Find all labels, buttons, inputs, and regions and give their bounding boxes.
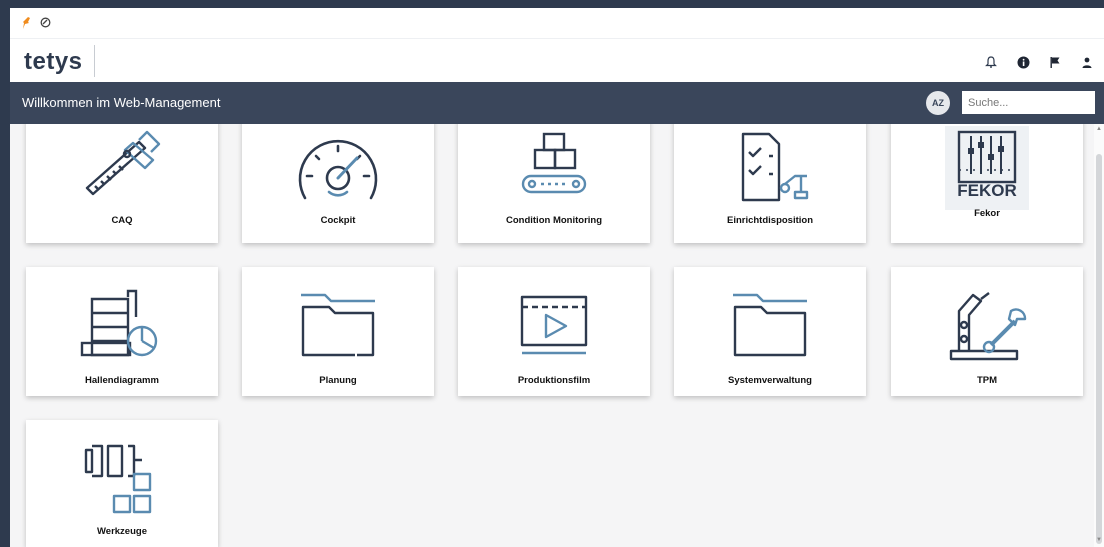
tile-cockpit[interactable]: Cockpit — [242, 124, 434, 243]
scroll-down-icon[interactable]: ▼ — [1095, 537, 1103, 543]
scroll-up-icon[interactable]: ▲ — [1095, 126, 1103, 132]
tab-bar — [10, 8, 1104, 38]
tile-werkzeuge[interactable]: Werkzeuge — [26, 420, 218, 547]
bell-icon[interactable] — [982, 53, 1000, 71]
app-header: tetys — [10, 38, 1104, 83]
tile-label: Planung — [319, 375, 357, 386]
tile-label: Systemverwaltung — [728, 375, 812, 386]
module-grid: CAQ Cockpit Condition Monitoring Einrich… — [10, 124, 1094, 547]
logo-divider — [94, 45, 95, 77]
app-logo[interactable]: tetys — [24, 48, 83, 76]
checklist-robot-icon — [674, 130, 866, 210]
robot-arm-wrench-icon — [891, 285, 1083, 363]
tile-caq[interactable]: CAQ — [26, 124, 218, 243]
tile-systemverwaltung[interactable]: Systemverwaltung — [674, 267, 866, 396]
tile-label: Fekor — [974, 208, 1000, 219]
tile-label: Produktionsfilm — [517, 375, 591, 386]
tile-label: Hallendiagramm — [85, 375, 159, 386]
vertical-scrollbar[interactable]: ▲ ▼ — [1094, 124, 1104, 547]
video-player-icon — [458, 293, 650, 357]
flag-icon[interactable] — [1046, 53, 1064, 71]
tile-einrichtdisposition[interactable]: Einrichtdisposition — [674, 124, 866, 243]
caliper-icon — [26, 130, 218, 208]
tile-produktionsfilm[interactable]: Produktionsfilm — [458, 267, 650, 396]
header-icon-group — [982, 53, 1096, 71]
tile-label: Einrichtdisposition — [726, 215, 814, 226]
window-frame-top — [0, 0, 1104, 8]
tool-blocks-icon — [26, 440, 218, 518]
tile-fekor[interactable]: FEKOR Fekor — [891, 124, 1083, 243]
user-icon[interactable] — [1078, 53, 1096, 71]
speedometer-icon — [242, 132, 434, 204]
tile-condition-monitoring[interactable]: Condition Monitoring — [458, 124, 650, 243]
globe-icon[interactable] — [40, 17, 51, 31]
tile-planung[interactable]: Planung — [242, 267, 434, 396]
conveyor-boxes-icon — [458, 130, 650, 210]
folder-icon — [674, 289, 866, 357]
sort-az-button[interactable]: AZ — [926, 91, 950, 115]
tile-label: Condition Monitoring — [505, 215, 603, 226]
scroll-thumb[interactable] — [1096, 154, 1102, 544]
page-title: Willkommen im Web-Management — [22, 95, 221, 110]
fekor-logo-text: FEKOR — [957, 181, 1017, 200]
info-icon[interactable] — [1014, 53, 1032, 71]
tile-label: Cockpit — [320, 215, 356, 226]
folder-icon — [242, 289, 434, 357]
tile-tpm[interactable]: TPM — [891, 267, 1083, 396]
nav-bar: Willkommen im Web-Management AZ — [10, 82, 1104, 124]
pin-icon[interactable] — [22, 17, 32, 32]
tile-label: Werkzeuge — [97, 526, 147, 537]
window-frame-left — [0, 0, 10, 547]
tile-label: TPM — [976, 375, 998, 386]
tile-label: CAQ — [111, 215, 133, 226]
tile-hallendiagramm[interactable]: Hallendiagramm — [26, 267, 218, 396]
search-input[interactable] — [962, 91, 1095, 114]
hall-chart-icon — [26, 287, 218, 361]
